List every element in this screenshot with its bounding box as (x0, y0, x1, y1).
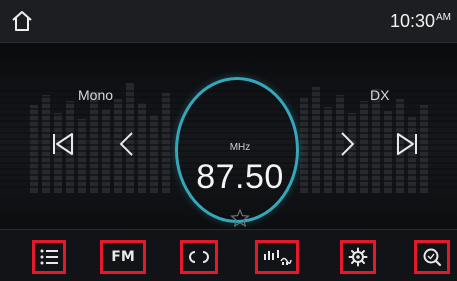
station-list-button[interactable] (32, 240, 66, 274)
prev-station-button[interactable] (48, 129, 78, 159)
frequency-unit: MHz (229, 142, 251, 153)
favorite-button[interactable] (230, 208, 250, 228)
list-icon (40, 249, 58, 265)
search-icon (423, 248, 442, 267)
loop-button[interactable] (180, 240, 218, 274)
seek-up-button[interactable] (332, 129, 362, 159)
star-icon (230, 208, 250, 228)
chevron-right-icon (341, 132, 355, 156)
bottom-nav (0, 229, 457, 281)
band-label: FM (111, 249, 135, 265)
status-bar: 10:30AM (0, 0, 457, 43)
search-button[interactable] (414, 240, 450, 274)
frequency-dial: MHz 87.50 (175, 77, 299, 228)
signal-icon (264, 250, 292, 265)
clock-time: 10:30 (389, 11, 435, 31)
home-icon (12, 11, 32, 31)
skip-forward-icon (397, 133, 417, 155)
loop-icon (189, 251, 209, 263)
clock: 10:30AM (390, 11, 451, 32)
band-button[interactable]: FM (100, 240, 146, 274)
mono-toggle[interactable]: Mono (78, 87, 113, 103)
frequency-display: 87.50 (196, 158, 284, 196)
home-button[interactable] (10, 9, 34, 33)
chevron-left-icon (119, 132, 133, 156)
seek-down-button[interactable] (112, 129, 142, 159)
gear-icon (348, 247, 368, 267)
clock-ampm: AM (436, 12, 451, 23)
skip-back-icon (53, 133, 73, 155)
radio-panel: Mono DX MHz 87.50 (0, 43, 457, 229)
settings-button[interactable] (340, 240, 376, 274)
signal-scan-button[interactable] (255, 240, 299, 274)
dx-toggle[interactable]: DX (370, 87, 389, 103)
next-station-button[interactable] (392, 129, 422, 159)
